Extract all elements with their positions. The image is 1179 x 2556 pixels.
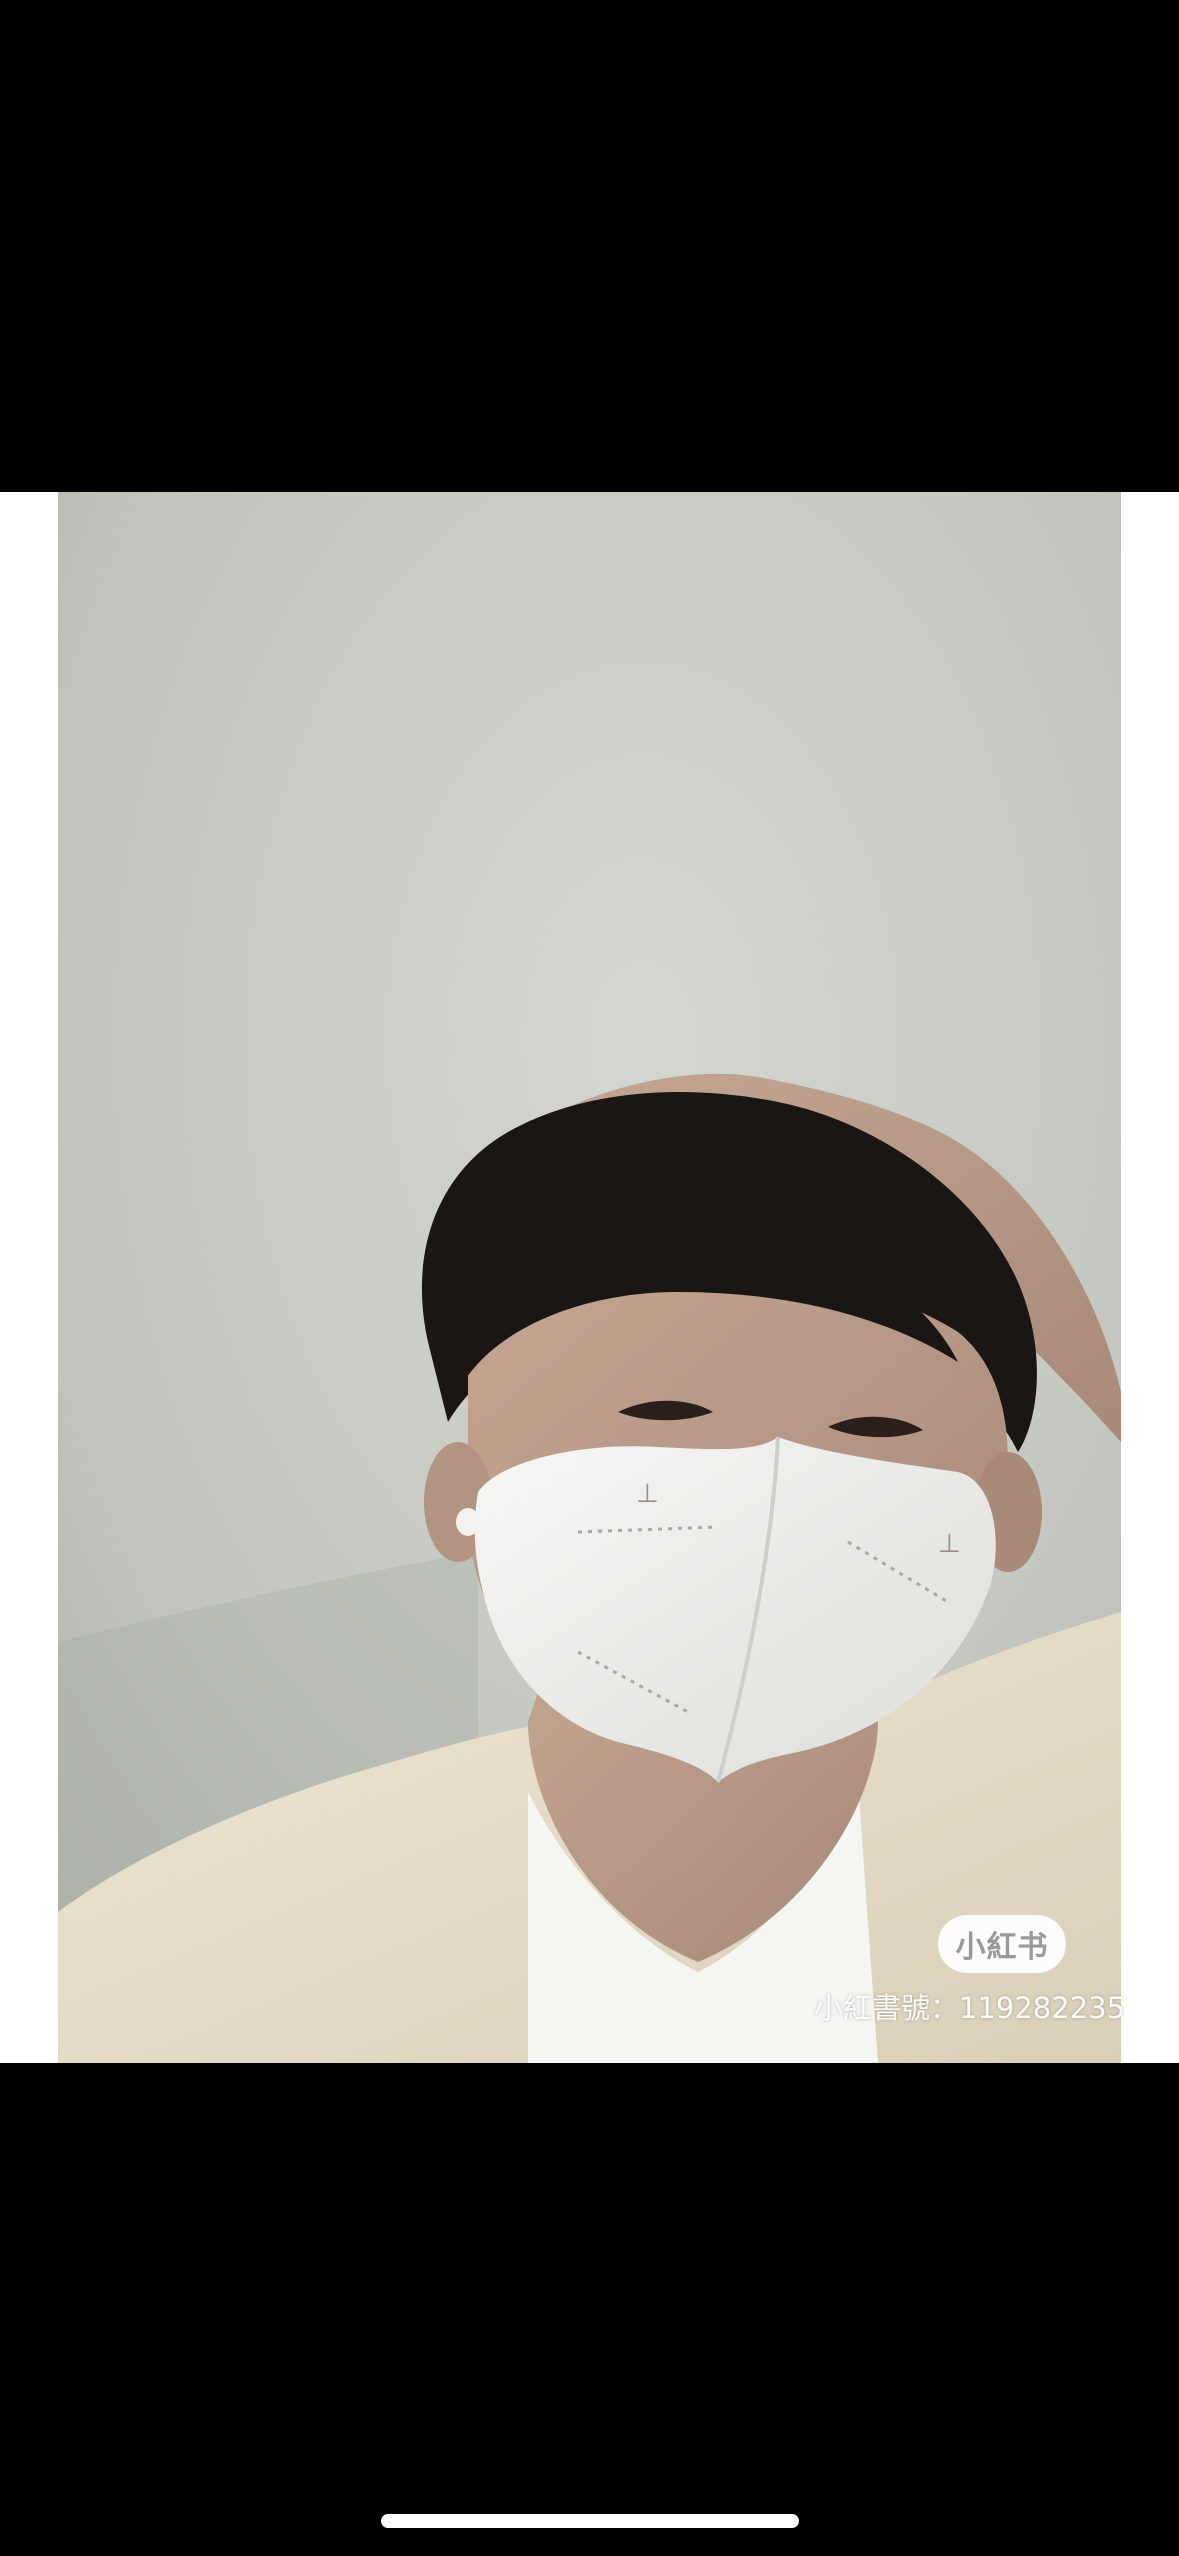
svg-text:⊥: ⊥ xyxy=(938,1529,961,1559)
logo-text: 小紅书 xyxy=(955,1930,1049,1965)
home-indicator[interactable] xyxy=(381,2514,799,2528)
screen: ⊥ ⊥ 小紅书 小紅書號：119282235 xyxy=(0,0,1179,2556)
svg-text:⊥: ⊥ xyxy=(636,1479,659,1509)
watermark-id: 小紅書號：119282235 xyxy=(814,1991,1124,2025)
photo: ⊥ ⊥ xyxy=(58,492,1121,2063)
xiaohongshu-logo-badge: 小紅书 xyxy=(938,1915,1066,1973)
photo-illustration: ⊥ ⊥ xyxy=(58,492,1121,2063)
